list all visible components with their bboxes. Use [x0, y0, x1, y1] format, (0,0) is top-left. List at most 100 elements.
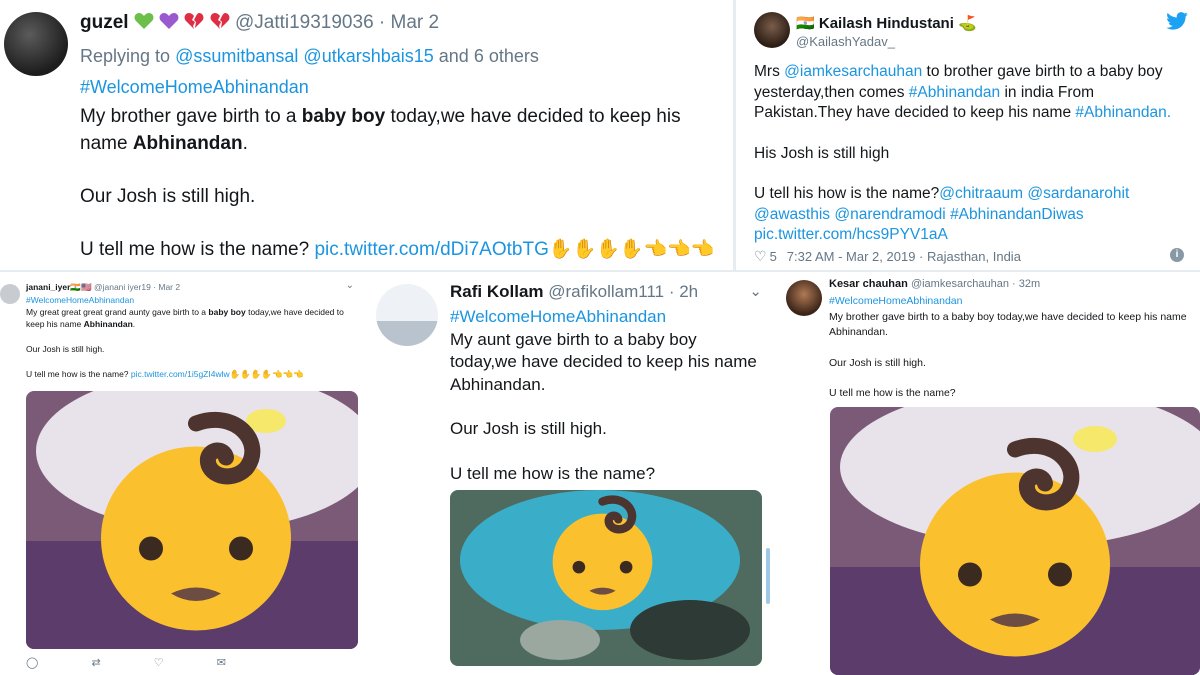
like-count: 5 — [769, 249, 777, 264]
baby-emoji-icon — [552, 495, 653, 611]
text-line: Our Josh is still high. — [80, 186, 256, 207]
mention-link[interactable]: @iamkesarchauhan — [784, 63, 922, 80]
tweet-meta: ♡ 5 7:32 AM - Mar 2, 2019 · Rajasthan, I… — [754, 248, 1021, 265]
info-icon[interactable]: i — [1170, 248, 1184, 262]
user-name[interactable]: Kailash Hindustani — [819, 15, 954, 32]
text-span: My brother gave birth to a — [80, 106, 297, 127]
hashtag-link[interactable]: #WelcomeHomeAbhinandan — [450, 306, 768, 329]
avatar[interactable] — [786, 280, 822, 316]
reply-icon[interactable]: ◯ — [26, 656, 38, 669]
text-bold: baby boy — [301, 106, 386, 127]
tweet-guzel: guzel @Jatti19319036 · Mar 2 Replying to… — [0, 0, 733, 270]
baby-emoji-icon — [101, 411, 291, 631]
mention-link[interactable]: @ssumitbansal — [175, 46, 298, 66]
text-line: Our Josh is still high. — [829, 356, 926, 369]
like-icon[interactable]: ♡ — [154, 656, 164, 669]
emoji-hands: ✋✋✋✋👈👈👈 — [229, 369, 304, 379]
chevron-down-icon[interactable]: ⌄ — [749, 282, 762, 300]
user-handle[interactable]: @KailashYadav_ — [796, 34, 895, 49]
mention-link[interactable]: @awasthis — [754, 206, 830, 223]
mention-link[interactable]: @narendramodi — [834, 206, 945, 223]
text-line: Our Josh is still high. — [450, 419, 607, 438]
tweet-header: Kesar chauhan @iamkesarchauhan · 32m — [829, 278, 1040, 290]
text-span: U tell me how is the name? — [26, 369, 129, 379]
tweet-header: Rafi Kollam @rafikollam111 · 2h — [450, 282, 698, 302]
tweet-actions: ◯ ⇄ ♡ ✉ — [26, 656, 226, 669]
user-name[interactable]: janani_iyer — [26, 282, 70, 292]
tweet-text: My brother gave birth to a baby boy toda… — [80, 103, 730, 263]
user-name[interactable]: Rafi Kollam — [450, 282, 544, 301]
user-handle[interactable]: @janani iyer19 — [94, 282, 151, 292]
tweet-date[interactable]: · 32m — [1012, 278, 1040, 290]
hashtag-link[interactable]: #WelcomeHomeAbhinandan — [26, 294, 356, 306]
tweet-date[interactable]: · 2h — [669, 282, 698, 301]
heart-icon[interactable]: ♡ — [754, 248, 767, 265]
tweet-photo[interactable] — [830, 407, 1200, 675]
mention-link[interactable]: @chitraaum — [939, 185, 1023, 202]
hashtag-link[interactable]: #WelcomeHomeAbhinandan — [829, 294, 1199, 310]
flag-in-hole-icon: ⛳ — [958, 15, 977, 32]
text-span: U tell me how is the name? — [80, 239, 310, 260]
avatar[interactable] — [0, 284, 20, 304]
broken-heart-icon — [210, 13, 230, 29]
tweet-text: #WelcomeHomeAbhinandan My brother gave b… — [829, 294, 1199, 402]
hashtag-link[interactable]: #WelcomeHomeAbhinandan — [80, 77, 309, 98]
user-name[interactable]: Kesar chauhan — [829, 278, 908, 290]
text-line: My brother gave birth to a baby boy toda… — [829, 310, 1187, 339]
text-bold: Abhinandan — [83, 319, 133, 329]
tweet-text: #WelcomeHomeAbhinandan My aunt gave birt… — [450, 306, 768, 485]
user-handle[interactable]: @rafikollam111 — [548, 282, 664, 301]
tweet-janani: janani_iyer🇮🇳🇺🇸 @janani iyer19 · Mar 2 ⌄… — [0, 272, 366, 675]
timestamp[interactable]: 7:32 AM - Mar 2, 2019 · Rajasthan, India — [787, 249, 1021, 264]
text-line: U tell me how is the name? — [829, 387, 956, 399]
reply-prefix: Replying to — [80, 46, 171, 66]
text-span: U tell his how is the name? — [754, 185, 940, 202]
retweet-icon[interactable]: ⇄ — [91, 656, 100, 669]
text-bold: baby boy — [208, 307, 246, 317]
pic-link[interactable]: pic.twitter.com/dDi7AOtbTG — [314, 239, 548, 260]
text-line: His Josh is still high — [754, 144, 890, 162]
user-handle[interactable]: @Jatti19319036 — [235, 12, 374, 33]
tweet-date[interactable]: · Mar 2 — [379, 12, 439, 33]
hashtag-link[interactable]: #Abhinandan — [909, 84, 1000, 101]
message-icon[interactable]: ✉ — [217, 656, 226, 669]
text-span: . — [132, 319, 136, 329]
user-handle[interactable]: @iamkesarchauhan — [911, 278, 1009, 290]
mention-link[interactable]: @utkarshbais15 — [303, 46, 433, 66]
text-line: My aunt gave birth to a baby boy today,w… — [450, 329, 757, 394]
tweet-rafi: Rafi Kollam @rafikollam111 · 2h ⌄ #Welco… — [366, 272, 774, 675]
text-line: U tell me how is the name? — [450, 463, 656, 483]
reply-context: Replying to @ssumitbansal @utkarshbais15… — [80, 46, 539, 67]
text-span: . — [242, 133, 248, 154]
text-line: Our Josh is still high. — [26, 344, 105, 354]
tweet-photo[interactable] — [26, 391, 358, 649]
text-span: Mrs — [754, 63, 780, 80]
mention-link[interactable]: @sardanarohit — [1027, 185, 1129, 202]
baby-emoji-icon — [920, 437, 1110, 657]
user-name[interactable]: guzel — [80, 12, 129, 33]
tweet-date[interactable]: · Mar 2 — [153, 282, 180, 292]
green-heart-icon — [134, 13, 154, 29]
tweet-header: janani_iyer🇮🇳🇺🇸 @janani iyer19 · Mar 2 — [26, 282, 180, 293]
avatar[interactable] — [754, 12, 790, 48]
purple-heart-icon — [159, 13, 179, 29]
hashtag-link[interactable]: #Abhinandan. — [1075, 104, 1171, 121]
scrollbar[interactable] — [766, 548, 770, 604]
avatar[interactable] — [376, 284, 438, 346]
tweet-header: guzel @Jatti19319036 · Mar 2 — [80, 12, 439, 34]
avatar[interactable] — [4, 12, 68, 76]
tweet-text: Mrs @iamkesarchauhan to brother gave bir… — [754, 62, 1194, 246]
tweet-kailash: 🇮🇳 Kailash Hindustani ⛳ @KailashYadav_ M… — [736, 0, 1200, 270]
pic-link[interactable]: pic.twitter.com/1i5gZI4wlw — [131, 369, 230, 379]
broken-heart-icon — [184, 13, 204, 29]
pic-link[interactable]: pic.twitter.com/hcs9PYV1aA — [754, 226, 948, 243]
twitter-bird-icon[interactable] — [1166, 12, 1188, 30]
chevron-down-icon[interactable]: ⌄ — [346, 280, 354, 291]
flag-icons: 🇮🇳🇺🇸 — [70, 282, 92, 292]
tweet-photo[interactable] — [450, 490, 762, 666]
hashtag-link[interactable]: #AbhinandanDiwas — [950, 206, 1084, 223]
tweet-kesar: Kesar chauhan @iamkesarchauhan · 32m #We… — [774, 272, 1200, 675]
user-name-row: 🇮🇳 Kailash Hindustani ⛳ — [796, 14, 977, 32]
emoji-hands: ✋✋✋✋👈👈👈 — [548, 239, 715, 260]
india-flag-icon: 🇮🇳 — [796, 15, 815, 32]
